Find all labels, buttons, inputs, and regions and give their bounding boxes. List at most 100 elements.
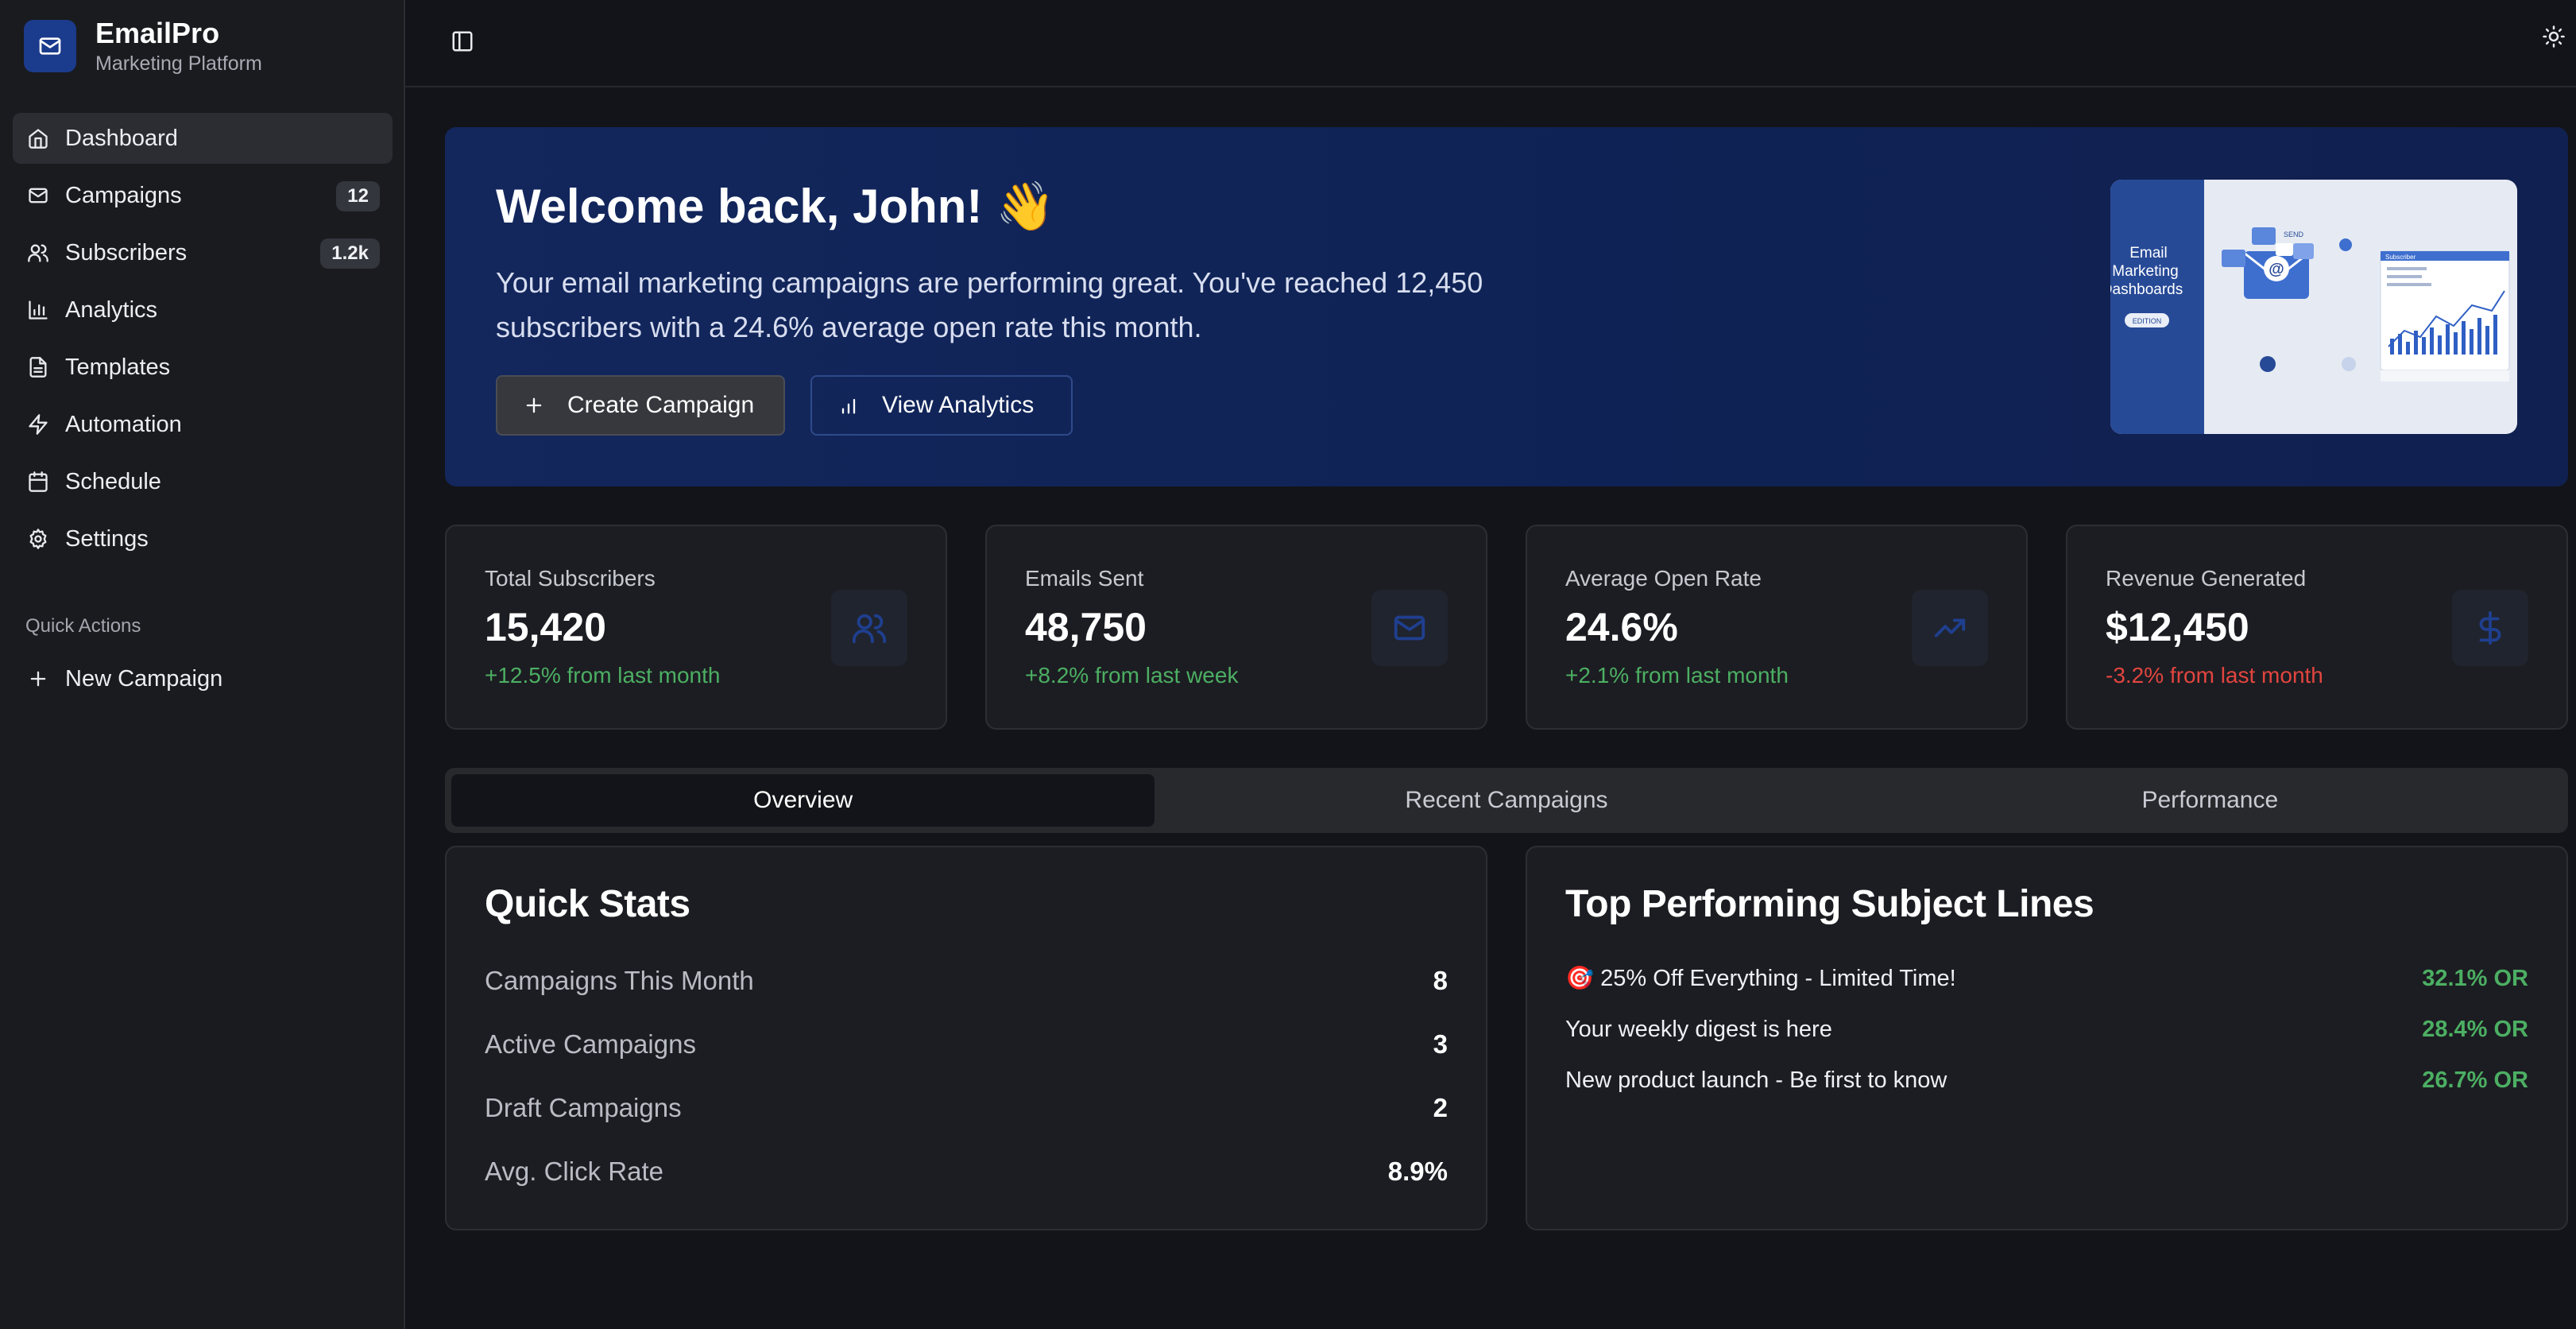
trending-up-icon (1912, 590, 1988, 666)
bar-chart-icon (25, 297, 51, 323)
count-badge: 12 (336, 181, 380, 211)
stat-value: 15,420 (485, 605, 606, 649)
sidebar-item-label: Dashboard (65, 125, 178, 151)
sidebar-item-label: Templates (65, 354, 171, 380)
stat-label: Emails Sent (1025, 566, 1144, 591)
panel-left-icon (451, 29, 474, 53)
stat-row-value: 8 (1433, 966, 1448, 995)
stat-label: Average Open Rate (1565, 566, 1762, 591)
illustration-line2: Marketing (2112, 263, 2178, 280)
svg-text:@: @ (2269, 261, 2284, 278)
tab-recent-campaigns[interactable]: Recent Campaigns (1155, 774, 1858, 827)
gear-icon (25, 526, 51, 552)
stat-row-label: Active Campaigns (485, 1029, 696, 1059)
create-campaign-label: Create Campaign (567, 392, 755, 418)
stat-row-label: Campaigns This Month (485, 966, 754, 995)
welcome-title: Welcome back, John! 👋 (496, 180, 1055, 233)
sidebar-item-label: Automation (65, 411, 182, 437)
bar-chart-icon (837, 394, 860, 417)
stat-row-label: Avg. Click Rate (485, 1157, 663, 1186)
stat-change: +2.1% from last month (1565, 663, 1789, 688)
sun-icon (2542, 25, 2566, 48)
new-campaign-button[interactable]: New Campaign (13, 653, 393, 704)
stat-row-value: 2 (1433, 1093, 1448, 1122)
open-rate: 32.1% OR (2422, 965, 2528, 991)
sidebar-item-subscribers[interactable]: Subscribers 1.2k (13, 227, 393, 278)
quick-actions-title: Quick Actions (25, 615, 141, 637)
list-item: 🎯 25% Off Everything - Limited Time! 32.… (1565, 960, 2528, 997)
quick-action-label: New Campaign (65, 665, 223, 692)
stat-row-value: 8.9% (1387, 1157, 1448, 1186)
calendar-icon (25, 469, 51, 494)
mail-logo-icon (24, 20, 76, 72)
dashboard-tabs: Overview Recent Campaigns Performance (445, 768, 2568, 833)
sidebar-toggle-button[interactable] (440, 19, 485, 64)
home-icon (25, 126, 51, 151)
view-analytics-label: View Analytics (882, 392, 1035, 418)
stat-card-revenue: Revenue Generated $12,450 -3.2% from las… (2066, 525, 2568, 730)
subject-line-text: 🎯 25% Off Everything - Limited Time! (1565, 966, 1956, 991)
sidebar-item-templates[interactable]: Templates (13, 342, 393, 393)
mail-icon (1371, 590, 1448, 666)
top-bar (405, 0, 2576, 87)
stat-value: 48,750 (1025, 605, 1147, 649)
open-rate: 26.7% OR (2422, 1067, 2528, 1093)
list-item: Your weekly digest is here 28.4% OR (1565, 1011, 2528, 1048)
sidebar-item-label: Settings (65, 525, 149, 552)
zap-icon (25, 412, 51, 437)
illustration-line1: Email (2129, 245, 2168, 262)
illustration-line3: Dashboards (2110, 281, 2183, 298)
illustration-send: SEND (2284, 231, 2304, 238)
list-item: Active Campaigns 3 (485, 1025, 1448, 1064)
sidebar-item-schedule[interactable]: Schedule (13, 456, 393, 507)
tab-overview[interactable]: Overview (451, 774, 1155, 827)
illustration-panel: Subscriber (2385, 254, 2416, 261)
sidebar-item-analytics[interactable]: Analytics (13, 285, 393, 335)
sidebar-item-dashboard[interactable]: Dashboard (13, 113, 393, 164)
quick-stats-title: Quick Stats (485, 883, 690, 925)
sidebar-item-campaigns[interactable]: Campaigns 12 (13, 170, 393, 221)
sidebar-item-settings[interactable]: Settings (13, 513, 393, 564)
list-item: New product launch - Be first to know 26… (1565, 1062, 2528, 1098)
welcome-text: Your email marketing campaigns are perfo… (496, 266, 1483, 343)
subject-lines-title: Top Performing Subject Lines (1565, 883, 2094, 925)
stat-change: +12.5% from last month (485, 663, 721, 688)
brand-name: EmailPro (95, 16, 220, 49)
brand[interactable]: EmailPro Marketing Platform (24, 14, 262, 78)
stat-card-emails-sent: Emails Sent 48,750 +8.2% from last week (985, 525, 1487, 730)
list-item: Draft Campaigns 2 (485, 1089, 1448, 1127)
open-rate: 28.4% OR (2422, 1016, 2528, 1042)
theme-toggle-button[interactable] (2532, 14, 2576, 59)
email-marketing-illustration: Email Marketing Dashboards EDITION @ SEN… (2110, 180, 2517, 434)
sidebar-item-label: Schedule (65, 468, 161, 494)
stat-value: 24.6% (1565, 605, 1678, 649)
brand-subtitle: Marketing Platform (95, 52, 262, 76)
plus-icon (523, 394, 545, 417)
illustration-tag: EDITION (2133, 317, 2162, 325)
subject-lines-panel: Top Performing Subject Lines 🎯 25% Off E… (1526, 846, 2568, 1230)
stat-row-value: 3 (1433, 1029, 1448, 1059)
users-icon (831, 590, 907, 666)
file-text-icon (25, 355, 51, 380)
sidebar-item-label: Subscribers (65, 239, 188, 265)
sidebar-item-label: Campaigns (65, 182, 182, 208)
list-item: Campaigns This Month 8 (485, 962, 1448, 1000)
mail-icon (25, 183, 51, 208)
welcome-banner: Welcome back, John! 👋 Your email marketi… (445, 127, 2568, 486)
tab-performance[interactable]: Performance (1859, 774, 2562, 827)
stat-value: $12,450 (2106, 605, 2249, 649)
sidebar-item-label: Analytics (65, 296, 158, 323)
create-campaign-button[interactable]: Create Campaign (496, 375, 785, 436)
quick-stats-panel: Quick Stats Campaigns This Month 8 Activ… (445, 846, 1487, 1230)
dollar-icon (2452, 590, 2528, 666)
plus-icon (25, 666, 51, 692)
stat-label: Total Subscribers (485, 566, 656, 591)
subject-line-text: New product launch - Be first to know (1565, 1067, 1947, 1093)
sidebar-item-automation[interactable]: Automation (13, 399, 393, 450)
list-item: Avg. Click Rate 8.9% (485, 1153, 1448, 1191)
stat-row-label: Draft Campaigns (485, 1093, 682, 1122)
subject-line-text: Your weekly digest is here (1565, 1016, 1832, 1042)
stat-change: -3.2% from last month (2106, 663, 2323, 688)
stat-card-open-rate: Average Open Rate 24.6% +2.1% from last … (1526, 525, 2028, 730)
view-analytics-button[interactable]: View Analytics (810, 375, 1073, 436)
